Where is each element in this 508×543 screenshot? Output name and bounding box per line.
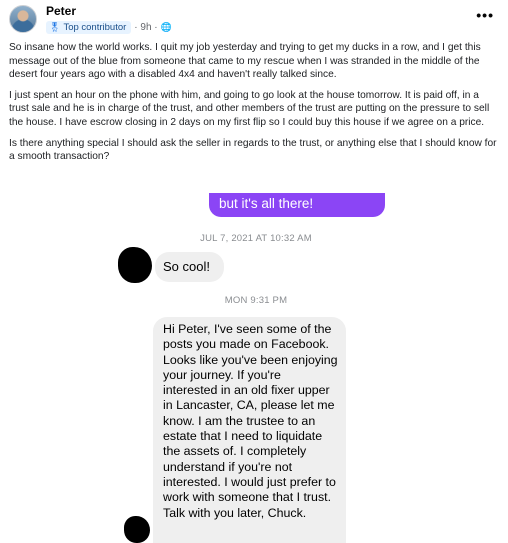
post-paragraph: I just spent an hour on the phone with h… — [9, 89, 490, 128]
top-contributor-badge[interactable]: 🎖 Top contributor — [46, 21, 132, 34]
post-time[interactable]: · 9h · — [134, 22, 157, 33]
post-paragraph: Is there anything special I should ask t… — [9, 137, 497, 163]
post-meta: 🎖 Top contributor · 9h · 🌐 — [46, 21, 172, 34]
message-timestamp: MON 9:31 PM — [224, 295, 288, 306]
badge-label: Top contributor — [63, 22, 127, 33]
globe-icon: 🌐 — [160, 22, 172, 32]
post-paragraph: So insane how the world works. I quit my… — [9, 42, 481, 81]
ribbon-icon: 🎖 — [49, 22, 61, 32]
post-header: Peter 🎖 Top contributor · 9h · 🌐 ••• — [9, 3, 500, 35]
post-text: So insane how the world works. I quit my… — [9, 41, 501, 171]
redacted-avatar — [124, 516, 150, 543]
more-options-icon[interactable]: ••• — [476, 7, 494, 23]
messenger-screenshot[interactable]: but it's all there! JUL 7, 2021 AT 10:32… — [0, 193, 508, 543]
message-timestamp: JUL 7, 2021 AT 10:32 AM — [200, 233, 312, 244]
redacted-avatar — [118, 247, 152, 283]
incoming-message-bubble: So cool! — [155, 252, 224, 282]
author-name[interactable]: Peter — [46, 4, 76, 18]
avatar[interactable] — [9, 5, 37, 33]
incoming-message-bubble: Hi Peter, I've seen some of the posts yo… — [153, 317, 346, 543]
outgoing-message-bubble: but it's all there! — [209, 193, 385, 217]
